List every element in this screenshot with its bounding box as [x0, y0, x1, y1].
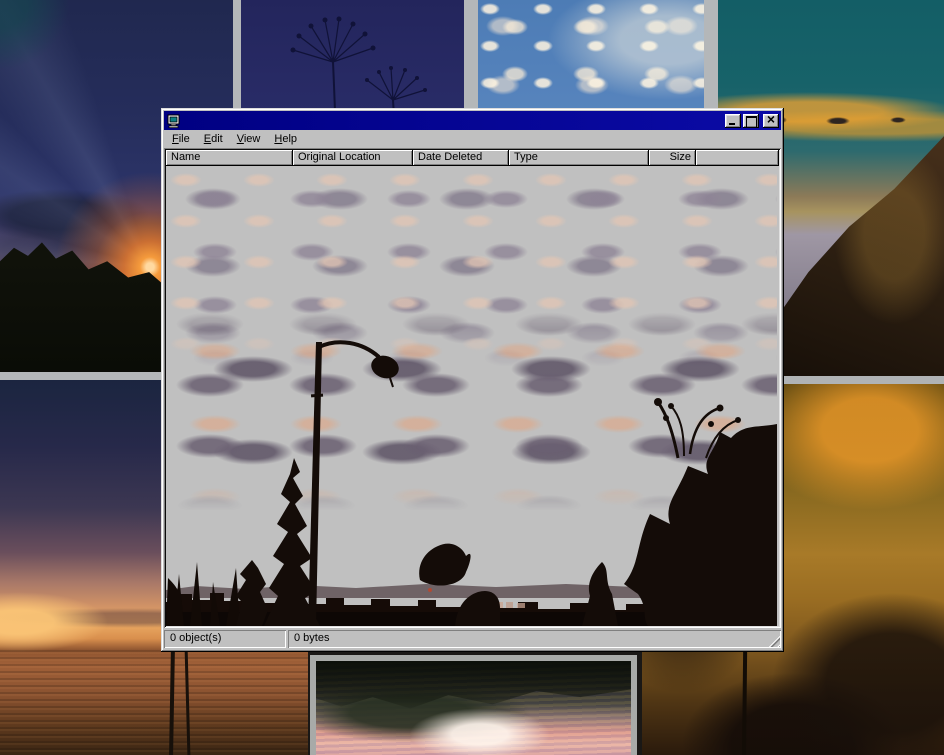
status-bar: 0 object(s) 0 bytes — [164, 630, 781, 648]
file-list-area[interactable] — [166, 166, 777, 626]
close-button[interactable] — [763, 114, 779, 128]
menu-edit[interactable]: Edit — [197, 131, 230, 147]
water-ripples — [0, 650, 308, 755]
computer-icon — [166, 114, 182, 128]
menu-help[interactable]: Help — [267, 131, 304, 147]
status-objects: 0 object(s) — [164, 630, 286, 648]
column-header-filler — [696, 150, 779, 166]
column-header-date-deleted[interactable]: Date Deleted — [413, 150, 509, 166]
title-bar[interactable] — [164, 111, 781, 130]
resize-grip[interactable] — [768, 635, 780, 647]
list-view-client: Name Original Location Date Deleted Type… — [164, 148, 781, 628]
column-header-size[interactable]: Size — [649, 150, 696, 166]
menu-view[interactable]: View — [230, 131, 268, 147]
column-header-original-location[interactable]: Original Location — [293, 150, 413, 166]
wallpaper-photo-reflection — [310, 655, 637, 755]
maximize-button[interactable] — [743, 114, 759, 128]
sunset-scene-silhouettes — [166, 166, 777, 626]
status-bytes: 0 bytes — [288, 630, 781, 648]
status-bytes-text: 0 bytes — [294, 632, 329, 644]
column-header-row: Name Original Location Date Deleted Type… — [166, 150, 779, 166]
minimize-button[interactable] — [725, 114, 741, 128]
column-header-name[interactable]: Name — [166, 150, 293, 166]
menu-file[interactable]: File — [165, 131, 197, 147]
menu-bar: File Edit View Help — [164, 130, 781, 148]
tree-reflection — [316, 661, 631, 713]
recycle-bin-window: File Edit View Help Name Original Locati… — [161, 108, 784, 652]
column-header-type[interactable]: Type — [509, 150, 649, 166]
